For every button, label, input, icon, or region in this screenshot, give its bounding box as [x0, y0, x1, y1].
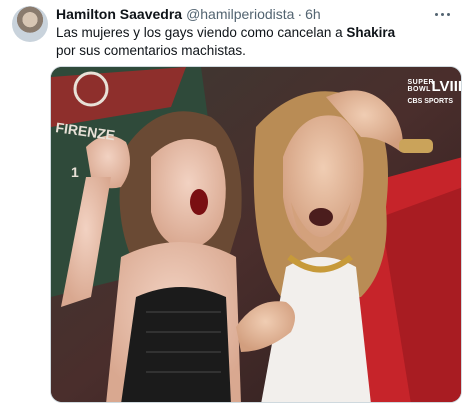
- broadcast-numeral: LVIII: [431, 78, 462, 95]
- avatar[interactable]: [12, 6, 48, 42]
- tweet-text: Las mujeres y los gays viendo como cance…: [56, 24, 416, 60]
- author-handle[interactable]: @hamilperiodista: [186, 6, 294, 22]
- broadcast-network: CBS SPORTS: [407, 98, 453, 105]
- tweet-header: Hamilton Saavedra @hamilperiodista · 6h: [56, 4, 428, 24]
- broadcast-logo: SUPER BOWL LVIII CBS SPORTS: [407, 79, 461, 106]
- photo-illustration: FIRENZE 1: [51, 67, 461, 402]
- separator-dot: ·: [297, 6, 303, 22]
- timestamp[interactable]: 6h: [305, 6, 321, 22]
- tweet-image[interactable]: FIRENZE 1 SUPER BOWL LVIII CBS SPORTS: [50, 66, 462, 403]
- shirt-number: 1: [71, 164, 79, 180]
- tweet-text-end: por sus comentarios machistas.: [56, 43, 246, 58]
- author-name[interactable]: Hamilton Saavedra: [56, 6, 182, 22]
- tweet-text-start: Las mujeres y los gays viendo como cance…: [56, 25, 347, 40]
- more-horizontal-icon[interactable]: [430, 5, 454, 23]
- tweet-text-bold: Shakira: [346, 25, 396, 40]
